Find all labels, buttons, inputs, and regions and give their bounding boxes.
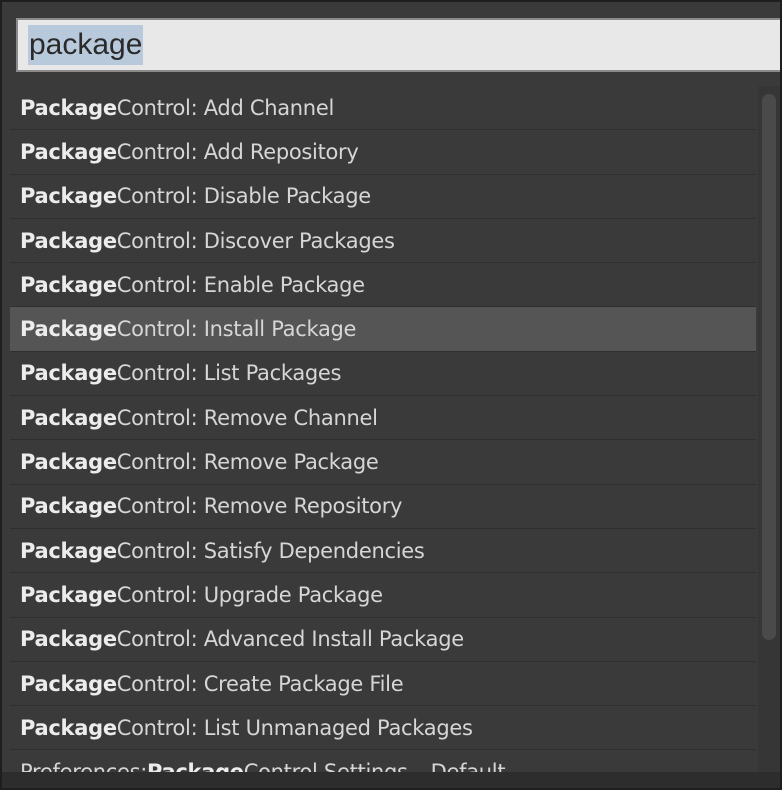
result-item[interactable]: Package Control: Remove Repository (10, 485, 756, 529)
result-item[interactable]: Package Control: Install Package (10, 307, 756, 352)
result-item[interactable]: Package Control: Create Package File (10, 662, 756, 707)
result-label: Control: Install Package (116, 317, 357, 342)
result-label: Control: Create Package File (116, 671, 404, 696)
result-label: Control: Discover Packages (116, 228, 395, 253)
result-match-highlight: Package (20, 272, 117, 297)
result-match-highlight: Package (20, 95, 117, 120)
result-item[interactable]: Package Control: Remove Channel (10, 396, 756, 441)
result-label: Control: Satisfy Dependencies (116, 538, 425, 563)
result-match-highlight: Package (20, 184, 117, 209)
result-label: Control: Upgrade Package (116, 582, 383, 607)
search-area: package (8, 8, 780, 80)
result-item[interactable]: Package Control: Remove Package (10, 440, 756, 485)
result-item[interactable]: Package Control: List Packages (10, 352, 756, 397)
result-label: Control: Add Repository (116, 139, 359, 164)
search-input-text: package (28, 25, 144, 65)
editor-background-strip (2, 772, 780, 788)
result-match-highlight: Package (20, 450, 117, 475)
result-match-highlight: Package (20, 494, 117, 519)
result-item[interactable]: Package Control: Add Channel (10, 86, 756, 131)
result-item[interactable]: Package Control: Enable Package (10, 263, 756, 308)
result-item[interactable]: Package Control: Add Repository (10, 130, 756, 175)
result-label: Control: Add Channel (116, 95, 335, 120)
result-item[interactable]: Package Control: Disable Package (10, 175, 756, 219)
result-label: Control: Remove Package (116, 450, 379, 475)
result-label: Control: List Packages (116, 361, 342, 386)
result-match-highlight: Package (20, 317, 117, 342)
result-label: Control: List Unmanaged Packages (116, 715, 473, 740)
result-match-highlight: Package (20, 582, 117, 607)
result-item[interactable]: Package Control: Upgrade Package (10, 573, 756, 618)
search-input[interactable]: package (16, 18, 780, 72)
result-match-highlight: Package (20, 139, 117, 164)
result-item[interactable]: Package Control: List Unmanaged Packages (10, 706, 756, 751)
result-match-highlight: Package (20, 405, 117, 430)
command-palette: package Package Control: Add Channel Pack… (0, 0, 782, 790)
result-item[interactable]: Package Control: Discover Packages (10, 219, 756, 264)
result-match-highlight: Package (20, 627, 117, 652)
result-label: Control: Remove Repository (116, 494, 403, 519)
result-match-highlight: Package (20, 715, 117, 740)
results-list: Package Control: Add Channel Package Cont… (10, 86, 756, 788)
result-match-highlight: Package (20, 361, 117, 386)
result-match-highlight: Package (20, 538, 117, 563)
result-match-highlight: Package (20, 671, 117, 696)
result-label: Control: Advanced Install Package (116, 627, 464, 652)
scrollbar-thumb[interactable] (762, 94, 776, 640)
result-label: Control: Remove Channel (116, 405, 378, 430)
result-match-highlight: Package (20, 228, 117, 253)
result-label: Control: Enable Package (116, 272, 365, 297)
result-item[interactable]: Package Control: Satisfy Dependencies (10, 529, 756, 574)
result-item[interactable]: Package Control: Advanced Install Packag… (10, 618, 756, 662)
result-label: Control: Disable Package (116, 184, 371, 209)
